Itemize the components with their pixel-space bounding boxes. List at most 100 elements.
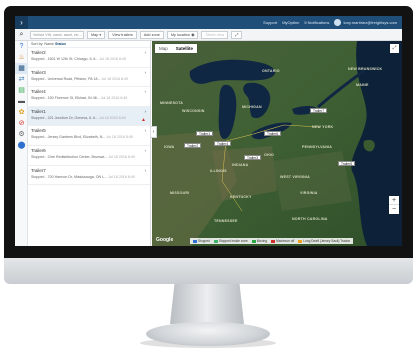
street-view-button[interactable]: Street view (201, 30, 229, 39)
settings-gear-icon[interactable]: ✿ (15, 107, 28, 118)
trailer-status-line: Stopped - Cine Redistribution Center, Br… (31, 154, 135, 159)
map-label: MINNESOTA (160, 101, 184, 105)
map-label: NEW YORK (312, 125, 334, 129)
trailer-name: Trailer1 (31, 108, 46, 114)
cog-icon[interactable]: ⚙ (15, 129, 28, 140)
vehicle-search-input[interactable]: Vehicle VIN, name, asset, etc ... (30, 30, 84, 39)
sort-label: Sort by: Name (31, 42, 54, 46)
trailer-map-marker[interactable]: Trailer6 (264, 131, 282, 136)
menu-toggle-icon[interactable]: › (15, 16, 28, 29)
trailer-status: Stopped (31, 96, 45, 101)
chevron-right-icon: › (144, 128, 147, 134)
route-icon[interactable]: ⇄ (15, 74, 28, 85)
map-type-satellite[interactable]: Satellite (172, 44, 197, 53)
chevron-right-icon: › (144, 69, 147, 75)
map-label: WEST VIRGINIA (280, 175, 310, 179)
help-icon[interactable]: ? (15, 41, 28, 52)
app-screen: › Support MyOptinn 5 Notifications tony.… (15, 16, 402, 246)
legend-label: Stopped (198, 239, 210, 243)
legend-item: Stopped (193, 238, 210, 244)
monitor-chin (4, 258, 413, 284)
chart-icon[interactable]: ▤ (15, 85, 28, 96)
trailer-map-marker[interactable]: Trailer5 (338, 161, 356, 166)
fuel-icon[interactable]: ♨ (15, 52, 28, 63)
trailer-time: Jul 18 2016 8:49 (108, 154, 135, 159)
trailer-status-line: Stopped - Jersey Gardens Blvd, Elizabeth… (31, 135, 133, 140)
trailer-status: Stopped (31, 135, 45, 140)
trailer-map-marker[interactable]: Trailer2 (184, 143, 202, 148)
my-location-button[interactable]: My location ◉ (166, 30, 199, 39)
chevron-right-icon: › (144, 147, 147, 153)
warning-icon: ▲ (141, 116, 146, 123)
trailer-list-item[interactable]: Trailer5 › Stopped - Jersey Gardens Blvd… (28, 126, 150, 146)
map-label: INDIANA (232, 163, 249, 167)
collapse-panel-button[interactable]: ‹ (151, 126, 157, 138)
trailer-status: Stopped (31, 115, 45, 120)
map-label: MAINE (356, 83, 369, 87)
map-view-dropdown[interactable]: Map▾ (87, 30, 106, 39)
location-pin-icon[interactable]: ⬤ (15, 140, 28, 151)
map-label: ONTARIO (262, 69, 280, 73)
trailer-name: Trailer7 (31, 167, 46, 173)
trailer-map-marker[interactable]: Trailer3 (244, 155, 262, 160)
map-icon[interactable]: ▦ (15, 63, 28, 74)
legend-item: Maximum off (271, 238, 294, 244)
trailer-map-marker[interactable]: Trailer4 (214, 141, 232, 146)
trailer-list-item-selected[interactable]: Trailer1 › ▲ Stopped - 221 Junction Dr, … (28, 106, 150, 127)
satellite-map[interactable]: Map Satellite ⤢ MINNESOTA WISCONSIN IOWA… (152, 41, 402, 246)
trailer-list-item[interactable]: Trailer4 › Stopped - 150 Florence St, El… (28, 87, 150, 107)
trailer-time: Jul 18 2016 8:49 (101, 76, 129, 81)
monitor-stand-neck (170, 284, 244, 324)
trailer-list-item[interactable]: Trailer6 › Stopped - Cine Redistribution… (28, 146, 150, 166)
legend-label: Stopped inside zone (218, 239, 248, 243)
map-label: KENTUCKY (230, 195, 252, 199)
trailer-status: Stopped (31, 154, 45, 159)
sort-bar[interactable]: Sort by: Name Status (28, 41, 150, 48)
trailer-time: Jul 18 2016 8:49 (99, 57, 126, 61)
chevron-right-icon: › (144, 50, 147, 55)
expand-icon[interactable]: ⤢ (231, 30, 243, 39)
search-icon[interactable]: ⌕ (15, 31, 28, 39)
trailer-status-line: Stopped - 700 Harmon Dr, Mississauga, ON… (31, 174, 135, 179)
location-target-icon: ◉ (191, 32, 195, 37)
trailer-status: Stopped (31, 174, 45, 179)
trailer-list-item[interactable]: Trailer3 › Stopped - Universal Road, Pit… (28, 68, 150, 88)
legend-label: Long Dwell (Jersey Sack) Tractor (303, 239, 351, 243)
toolbar: ⌕ Vehicle VIN, name, asset, etc ... Map▾… (15, 29, 402, 41)
trailer-list-item[interactable]: Trailer2 › Stopped - 1601 W 12th St, Chi… (28, 48, 150, 68)
blocked-icon[interactable]: ⊘ (15, 118, 28, 129)
zoom-in-button[interactable]: + (389, 196, 399, 205)
trailer-map-marker[interactable]: Trailer7 (310, 108, 328, 113)
map-type-map[interactable]: Map (155, 44, 172, 53)
trailer-address: 1601 W 12th St, Chicago, IL 6... (47, 57, 99, 61)
view-trailers-button[interactable]: View trailers (108, 30, 137, 39)
trailer-time: Jul 18 2016 8:49 (99, 115, 126, 120)
map-label: PENNSYLVANIA (302, 145, 333, 149)
legend-item: Long Dwell (Jersey Sack) Tractor (298, 238, 350, 244)
user-email[interactable]: tony.martinez@freightsys.com (343, 20, 397, 25)
my-account-link[interactable]: MyOptinn (282, 20, 299, 25)
trailer-time: Jul 18 2016 8:49 (108, 174, 135, 179)
trailer-map-marker[interactable]: Trailer1 (196, 131, 214, 136)
truck-icon[interactable]: ▬ (15, 96, 28, 107)
chevron-right-icon: › (144, 108, 147, 114)
trailer-status-line: Stopped - 221 Junction Dr, Geneva, IL 6.… (31, 115, 126, 120)
legend-item: Moving (251, 238, 268, 244)
support-link[interactable]: Support (263, 20, 277, 25)
user-avatar-icon[interactable] (334, 19, 342, 26)
fullscreen-icon[interactable]: ⤢ (390, 44, 399, 53)
map-label: NEW BRUNSWICK (348, 67, 383, 71)
map-legend: Stopped Stopped inside zone Moving Maxim… (190, 238, 354, 244)
icon-rail: ? ♨ ▦ ⇄ ▤ ▬ ✿ ⊘ ⚙ ⬤ (15, 41, 28, 246)
trailer-list-item[interactable]: Trailer7 › Stopped - 700 Harmon Dr, Miss… (28, 166, 150, 186)
monitor-stand-base (146, 322, 270, 346)
trailer-status: Stopped (31, 57, 45, 61)
add-zone-button[interactable]: Add zone (139, 30, 164, 39)
map-label: MICHIGAN (242, 105, 262, 109)
trailer-address: Universal Road, Pittston, PA 18... (47, 76, 101, 81)
chevron-down-icon: ▾ (99, 32, 102, 37)
notifications-link[interactable]: 5 Notifications (304, 20, 329, 25)
monitor: › Support MyOptinn 5 Notifications tony.… (4, 6, 413, 284)
zoom-out-button[interactable]: − (389, 205, 399, 214)
legend-label: Moving (256, 239, 268, 243)
